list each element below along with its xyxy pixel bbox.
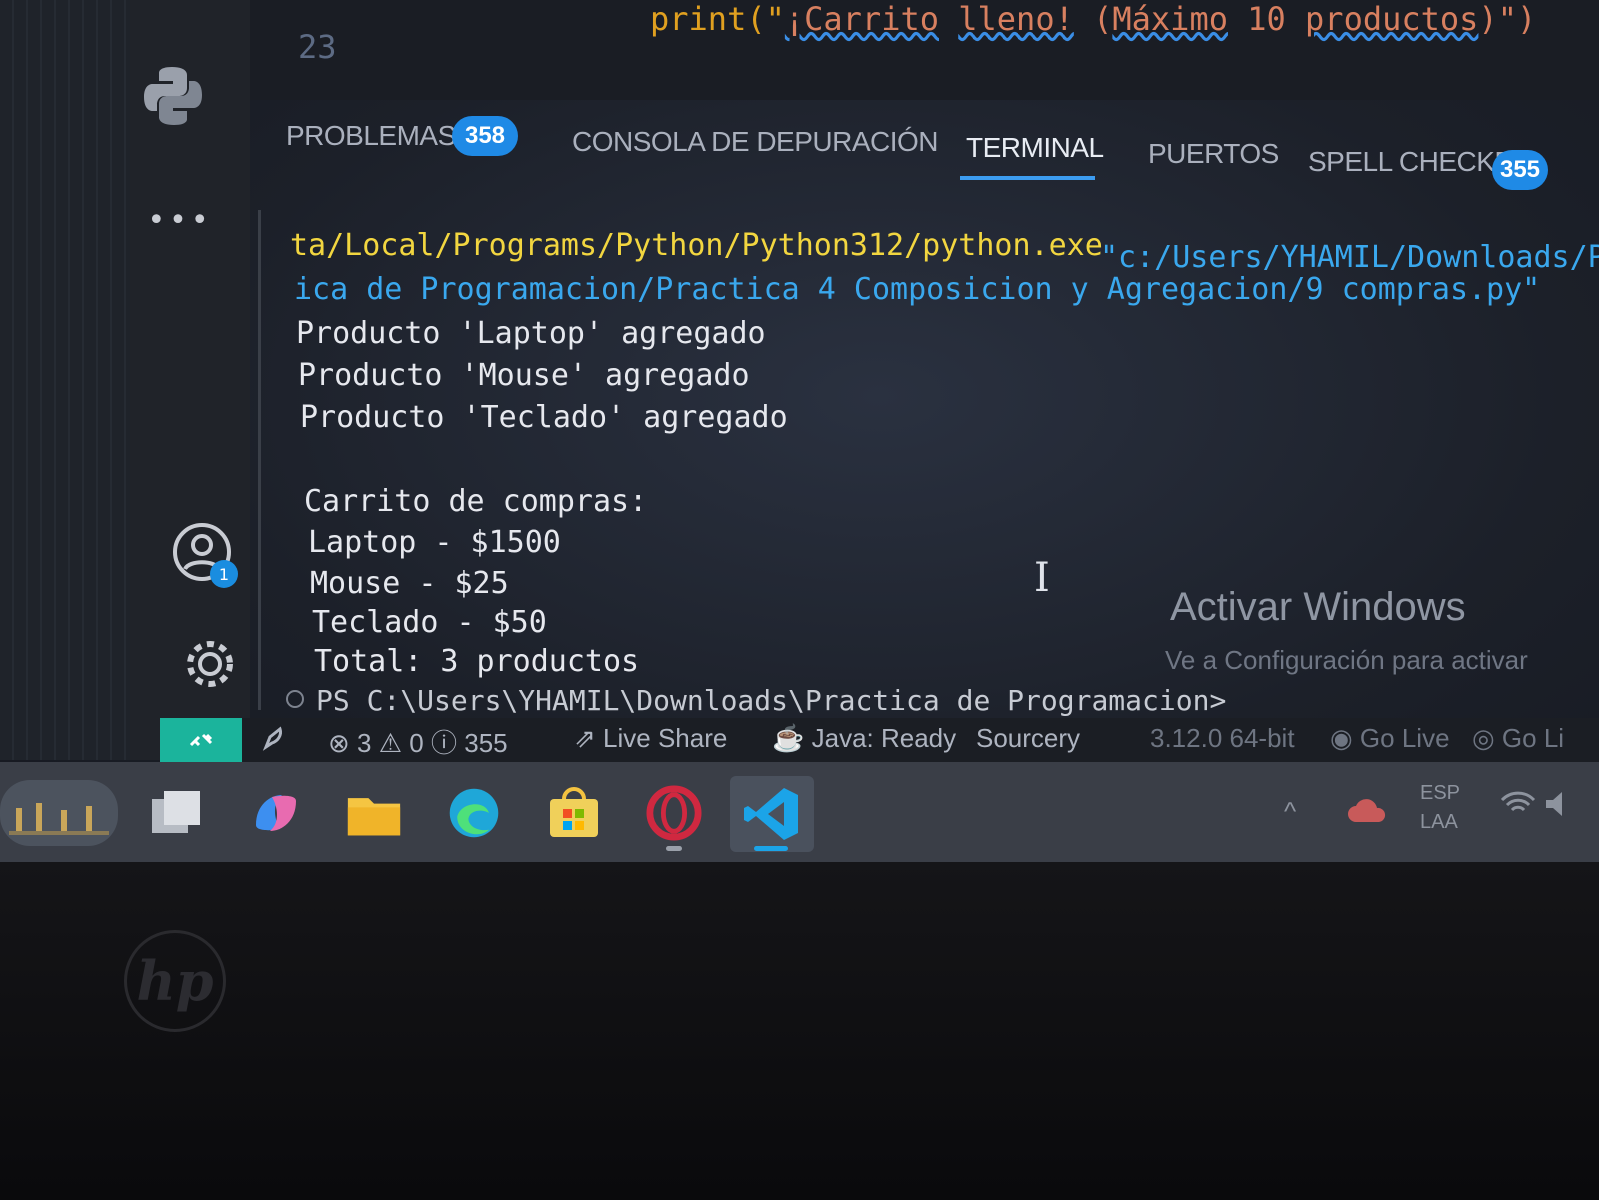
cloud-icon[interactable] — [1346, 796, 1386, 830]
info-icon: ⓘ — [430, 728, 457, 758]
tab-problemas[interactable]: PROBLEMAS — [286, 120, 456, 152]
live-share-label: Live Share — [603, 723, 728, 753]
edge-browser-icon[interactable] — [446, 785, 502, 841]
terminal-line[interactable]: Total: 3 productos — [314, 644, 639, 679]
terminal-command-arg[interactable]: "c:/Users/YHAMIL/Downloads/Pr — [1100, 240, 1599, 275]
volume-icon[interactable] — [1544, 790, 1580, 824]
coffee-icon: ☕ — [772, 723, 805, 753]
language-indicator[interactable]: ESP LAA — [1420, 782, 1460, 834]
sourcery-status[interactable]: Sourcery — [976, 723, 1080, 754]
activate-windows-subtitle: Ve a Configuración para activar — [1165, 645, 1528, 675]
line-number: 23 — [298, 28, 337, 66]
language-code: ESP — [1420, 782, 1461, 804]
account-badge: 1 — [210, 560, 238, 588]
code-line[interactable]: print("¡Carrito lleno! (Máximo 10 produc… — [650, 0, 1536, 38]
go-live-button[interactable]: ◉ Go Live — [1330, 723, 1450, 754]
python-version[interactable]: 3.12.0 64-bit — [1150, 723, 1295, 754]
file-explorer-icon[interactable] — [346, 785, 402, 841]
broadcast-icon: ◉ — [1330, 723, 1353, 753]
remote-icon — [189, 733, 213, 747]
terminal-line[interactable]: Teclado - $50 — [312, 605, 547, 640]
java-label: Java: Ready — [811, 723, 957, 753]
tab-terminal[interactable]: TERMINAL — [966, 132, 1104, 164]
wifi-icon[interactable] — [1500, 790, 1536, 824]
code-string-1: ¡Carrito lleno! (Máximo 10 productos)") — [784, 0, 1537, 38]
terminal-line[interactable]: Mouse - $25 — [310, 566, 509, 601]
terminal-line[interactable]: Producto 'Laptop' agregado — [296, 316, 766, 351]
terminal-line[interactable]: Laptop - $1500 — [308, 525, 561, 560]
terminal-border — [258, 210, 261, 710]
copilot-icon[interactable] — [248, 785, 304, 841]
more-icon[interactable]: ••• — [147, 200, 210, 240]
java-status[interactable]: ☕ Java: Ready — [772, 723, 956, 754]
code-function: print(" — [650, 0, 785, 38]
live-share-icon: ⇗ — [574, 723, 596, 753]
go-live-button-2[interactable]: ◎ Go Li — [1472, 723, 1564, 754]
warning-count: 0 — [409, 728, 424, 758]
terminal-line[interactable]: Producto 'Mouse' agregado — [298, 358, 750, 393]
background-window — [0, 0, 130, 760]
terminal-command-exe[interactable]: ta/Local/Programs/Python/Python312/pytho… — [290, 228, 1103, 263]
terminal-line[interactable]: Carrito de compras: — [304, 484, 647, 519]
info-count: 355 — [464, 728, 508, 758]
error-count: 3 — [357, 728, 372, 758]
go-live-label: Go Live — [1359, 723, 1450, 753]
terminal-command-arg-cont[interactable]: ica de Programacion/Practica 4 Composici… — [294, 272, 1540, 307]
text-cursor-icon: I — [1034, 555, 1050, 601]
hp-logo: hp — [124, 930, 226, 1032]
rocket-icon[interactable] — [258, 723, 290, 762]
screen: 23 print("¡Carrito lleno! (Máximo 10 pro… — [0, 0, 1599, 880]
chevron-up-icon[interactable]: ^ — [1284, 796, 1296, 827]
python-icon[interactable] — [135, 58, 210, 133]
vscode-icon[interactable] — [730, 776, 814, 852]
go-live-label-2: Go Li — [1501, 723, 1565, 753]
terminal-prompt[interactable]: PS C:\Users\YHAMIL\Downloads\Practica de… — [316, 684, 1226, 717]
tab-consola-depuracion[interactable]: CONSOLA DE DEPURACIÓN — [572, 126, 939, 158]
opera-icon[interactable] — [646, 785, 702, 841]
prompt-status-dot — [286, 690, 304, 708]
live-share-button[interactable]: ⇗ Live Share — [574, 723, 727, 754]
spell-checker-badge: 355 — [1492, 150, 1548, 190]
error-icon: ⊗ — [328, 728, 350, 758]
vscode-active-indicator — [754, 846, 788, 851]
microsoft-store-icon[interactable] — [546, 785, 602, 841]
opera-running-indicator — [666, 846, 682, 851]
remote-indicator-button[interactable] — [160, 718, 242, 762]
widgets-icon[interactable] — [0, 780, 118, 846]
problems-status[interactable]: ⊗ 3 ⚠ 0 ⓘ 355 — [328, 723, 508, 760]
task-view-icon[interactable] — [148, 785, 204, 841]
tab-terminal-underline — [960, 176, 1095, 180]
language-layout: LAA — [1420, 811, 1458, 833]
broadcast-icon: ◎ — [1472, 723, 1495, 753]
activate-windows-title: Activar Windows — [1170, 585, 1466, 629]
tab-puertos[interactable]: PUERTOS — [1148, 138, 1279, 170]
laptop-bezel — [0, 862, 1599, 1200]
gear-icon[interactable] — [178, 632, 242, 696]
warning-icon: ⚠ — [378, 728, 403, 758]
problemas-badge: 358 — [452, 116, 518, 156]
terminal-line[interactable]: Producto 'Teclado' agregado — [300, 400, 788, 435]
